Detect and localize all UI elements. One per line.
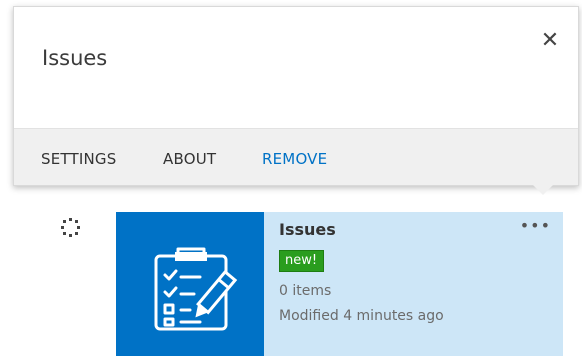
app-details-callout: Issues ✕ SETTINGS ABOUT REMOVE — [13, 6, 579, 186]
clipboard-checklist-pencil-icon — [154, 247, 238, 331]
about-link[interactable]: ABOUT — [163, 150, 216, 168]
drag-handle-icon[interactable] — [61, 218, 83, 240]
callout-actions-bar: SETTINGS ABOUT REMOVE — [14, 128, 578, 185]
callout-title: Issues — [42, 46, 108, 70]
app-tile-issues[interactable]: Issues ••• new! 0 items Modified 4 minut… — [116, 212, 563, 356]
modified-time: Modified 4 minutes ago — [279, 308, 444, 324]
close-icon[interactable]: ✕ — [538, 29, 562, 53]
callout-pointer — [532, 184, 554, 195]
more-options-icon[interactable]: ••• — [520, 216, 551, 235]
settings-link[interactable]: SETTINGS — [41, 150, 116, 168]
new-badge: new! — [279, 250, 325, 272]
tile-icon-container[interactable] — [116, 212, 264, 356]
remove-link[interactable]: REMOVE — [262, 150, 327, 168]
item-count: 0 items — [279, 283, 332, 299]
page: Issues ✕ SETTINGS ABOUT REMOVE Issues ••… — [0, 0, 582, 356]
tile-title[interactable]: Issues — [279, 220, 336, 239]
